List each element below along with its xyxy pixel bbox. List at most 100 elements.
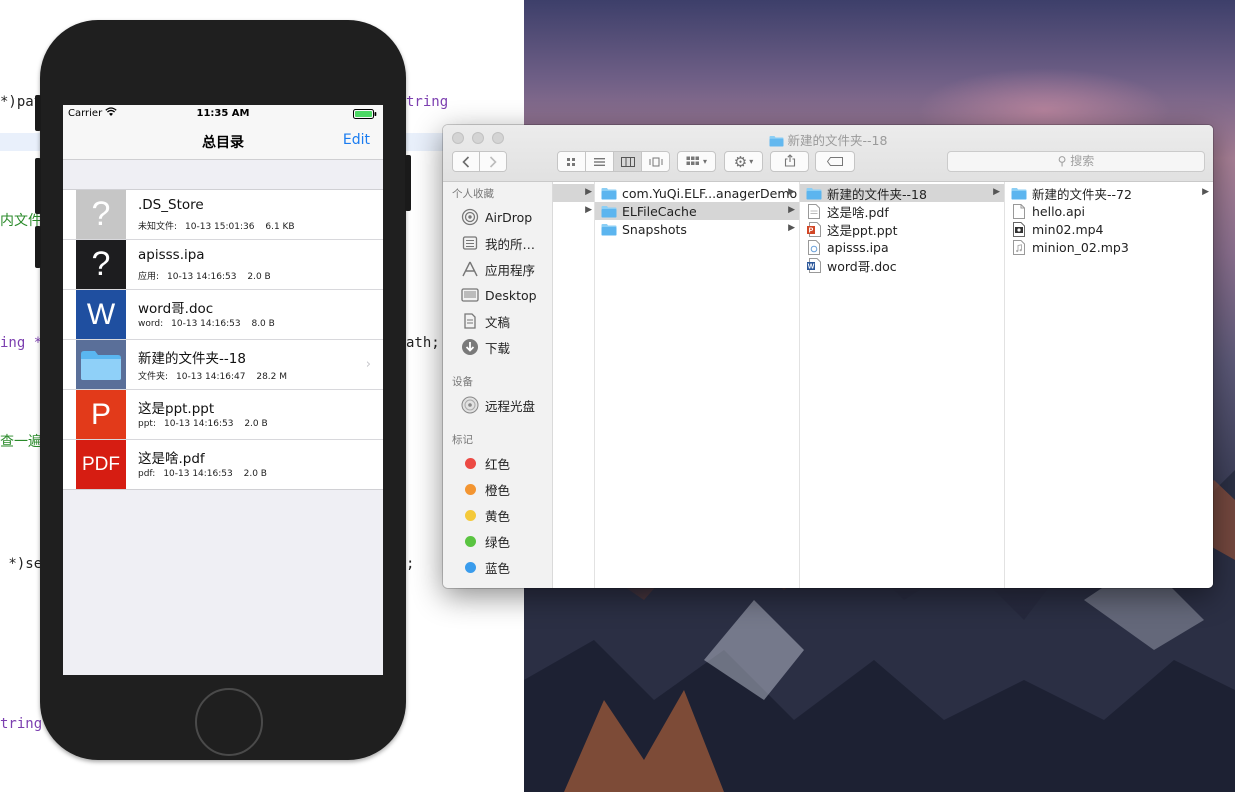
grid-group-icon bbox=[686, 155, 700, 169]
column-item[interactable]: 新建的文件夹--72 ▶ bbox=[1005, 184, 1213, 202]
chevron-right-icon bbox=[489, 155, 497, 168]
home-button[interactable] bbox=[195, 688, 263, 756]
sidebar-item-all-files[interactable]: 我的所… bbox=[443, 230, 552, 256]
svg-text:P: P bbox=[809, 227, 814, 234]
sidebar-tag-purple[interactable]: 紫色 bbox=[443, 580, 552, 588]
downloads-icon bbox=[460, 338, 480, 356]
sidebar-item-label: 红色 bbox=[485, 456, 511, 472]
column-item[interactable]: apisss.ipa bbox=[800, 238, 1004, 256]
file-name: 新建的文件夹--18 bbox=[138, 351, 246, 367]
view-mode-control bbox=[557, 151, 670, 172]
sidebar-item-downloads[interactable]: 下载 bbox=[443, 334, 552, 360]
battery-icon bbox=[353, 109, 377, 122]
code-line: tring bbox=[406, 94, 449, 110]
column-item[interactable]: 这是啥.pdf bbox=[800, 202, 1004, 220]
column-item[interactable]: P 这是ppt.ppt bbox=[800, 220, 1004, 238]
column-item[interactable]: Snapshots ▶ bbox=[595, 220, 799, 238]
list-view-button[interactable] bbox=[586, 152, 614, 171]
iphone-screen: Carrier 11:35 AM 总目录 Edit ? .DS_Store 未知… bbox=[63, 105, 383, 675]
column-item[interactable]: ▶ bbox=[553, 202, 594, 220]
gear-icon: ⚙ bbox=[733, 152, 748, 171]
file-meta: pdf: 10-13 14:16:53 2.0 B bbox=[138, 469, 267, 479]
word-icon: W bbox=[806, 257, 822, 273]
pdf-icon: PDF bbox=[76, 440, 126, 489]
question-icon: ? bbox=[76, 240, 126, 289]
column-item-label: Snapshots bbox=[622, 221, 687, 237]
file-name: 这是ppt.ppt bbox=[138, 401, 215, 417]
sidebar-item-desktop[interactable]: Desktop bbox=[443, 282, 552, 308]
finder-sidebar: 个人收藏 AirDrop 我的所… 应用程序 Desktop 文稿 下载 设备 bbox=[443, 182, 553, 588]
column-item-label: 新建的文件夹--18 bbox=[827, 186, 927, 202]
documents-icon bbox=[460, 313, 480, 329]
column-item[interactable]: ▶ bbox=[553, 184, 594, 202]
file-row[interactable]: W word哥.doc word: 10-13 14:16:53 8.0 B bbox=[63, 290, 383, 340]
sidebar-item-label: 紫色 bbox=[485, 584, 510, 589]
icon-view-button[interactable] bbox=[558, 152, 586, 171]
column-item-label: 这是啥.pdf bbox=[827, 204, 889, 220]
action-button[interactable]: ⚙ ▾ bbox=[724, 151, 763, 172]
column-item[interactable]: W word哥.doc bbox=[800, 256, 1004, 274]
tag-dot-icon bbox=[460, 483, 480, 495]
folder-icon bbox=[806, 186, 822, 200]
tag-dot-icon bbox=[460, 561, 480, 573]
disclosure-arrow-icon: ▶ bbox=[788, 205, 795, 215]
sidebar-tag-blue[interactable]: 蓝色 bbox=[443, 554, 552, 580]
sidebar-item-applications[interactable]: 应用程序 bbox=[443, 256, 552, 282]
file-meta: ppt: 10-13 14:16:53 2.0 B bbox=[138, 419, 268, 429]
browser-column: 新建的文件夹--18 ▶ 这是啥.pdf P 这是ppt.ppt apisss.… bbox=[800, 182, 1005, 588]
sidebar-tag-red[interactable]: 红色 bbox=[443, 450, 552, 476]
tag-dot-icon bbox=[460, 457, 480, 469]
file-row[interactable]: PDF 这是啥.pdf pdf: 10-13 14:16:53 2.0 B bbox=[63, 440, 383, 489]
file-name: 这是啥.pdf bbox=[138, 451, 205, 467]
browser-column: com.YuQi.ELF...anagerDemo ▶ ELFileCache … bbox=[595, 182, 800, 588]
sidebar-tag-yellow[interactable]: 黄色 bbox=[443, 502, 552, 528]
sidebar-item-label: 绿色 bbox=[485, 534, 511, 550]
code-line: tring bbox=[0, 716, 43, 732]
remote-disc-icon bbox=[460, 396, 480, 414]
column-item-label: apisss.ipa bbox=[827, 239, 889, 255]
finder-toolbar: 新建的文件夹--18 ▾ ⚙ ▾ ⚲ 搜索 bbox=[443, 125, 1213, 182]
search-input[interactable]: ⚲ 搜索 bbox=[947, 151, 1205, 172]
chevron-left-icon bbox=[462, 155, 470, 168]
column-item[interactable]: minion_02.mp3 bbox=[1005, 238, 1213, 256]
folder-icon bbox=[601, 204, 617, 218]
column-item[interactable]: ELFileCache ▶ bbox=[595, 202, 799, 220]
browser-column-root: ▶ ▶ bbox=[553, 182, 595, 588]
sidebar-item-remote-disc[interactable]: 远程光盘 bbox=[443, 392, 552, 418]
ipa-icon bbox=[806, 239, 822, 255]
window-title: 新建的文件夹--18 bbox=[443, 130, 1213, 150]
sidebar-item-documents[interactable]: 文稿 bbox=[443, 308, 552, 334]
file-row[interactable]: 新建的文件夹--18 文件夹: 10-13 14:16:47 28.2 M › bbox=[63, 340, 383, 390]
share-button[interactable] bbox=[770, 151, 809, 172]
share-icon bbox=[784, 153, 796, 170]
document-icon bbox=[1011, 203, 1027, 219]
file-meta: 未知文件: 10-13 15:01:36 6.1 KB bbox=[138, 222, 295, 232]
gallery-view-button[interactable] bbox=[642, 152, 669, 171]
sidebar-tag-orange[interactable]: 橙色 bbox=[443, 476, 552, 502]
back-button[interactable] bbox=[453, 152, 480, 171]
code-line: ; bbox=[406, 556, 415, 572]
forward-button[interactable] bbox=[480, 152, 506, 171]
browser-column: 新建的文件夹--72 ▶ hello.api min02.mp4 minion_… bbox=[1005, 182, 1213, 588]
file-meta: 应用: 10-13 14:16:53 2.0 B bbox=[138, 272, 271, 282]
column-view-button[interactable] bbox=[614, 152, 642, 171]
sidebar-item-airdrop[interactable]: AirDrop bbox=[443, 204, 552, 230]
column-item-label: min02.mp4 bbox=[1032, 221, 1104, 237]
column-item[interactable]: hello.api bbox=[1005, 202, 1213, 220]
edit-button[interactable]: Edit bbox=[343, 132, 370, 148]
file-row[interactable]: P 这是ppt.ppt ppt: 10-13 14:16:53 2.0 B bbox=[63, 390, 383, 440]
column-item[interactable]: 新建的文件夹--18 ▶ bbox=[800, 184, 1004, 202]
file-row[interactable]: ? apisss.ipa 应用: 10-13 14:16:53 2.0 B bbox=[63, 240, 383, 290]
column-item[interactable]: com.YuQi.ELF...anagerDemo ▶ bbox=[595, 184, 799, 202]
code-line: ing * bbox=[0, 335, 43, 351]
folder-icon bbox=[601, 186, 617, 200]
file-row[interactable]: ? .DS_Store 未知文件: 10-13 15:01:36 6.1 KB bbox=[63, 190, 383, 240]
favorites-header: 个人收藏 bbox=[452, 188, 494, 200]
sidebar-tag-green[interactable]: 绿色 bbox=[443, 528, 552, 554]
group-by-button[interactable]: ▾ bbox=[677, 151, 716, 172]
tag-dot-icon bbox=[460, 535, 480, 547]
code-line: 查一遍 bbox=[0, 434, 42, 450]
edit-tags-button[interactable] bbox=[815, 151, 855, 172]
folder-icon bbox=[601, 222, 617, 236]
column-item[interactable]: min02.mp4 bbox=[1005, 220, 1213, 238]
